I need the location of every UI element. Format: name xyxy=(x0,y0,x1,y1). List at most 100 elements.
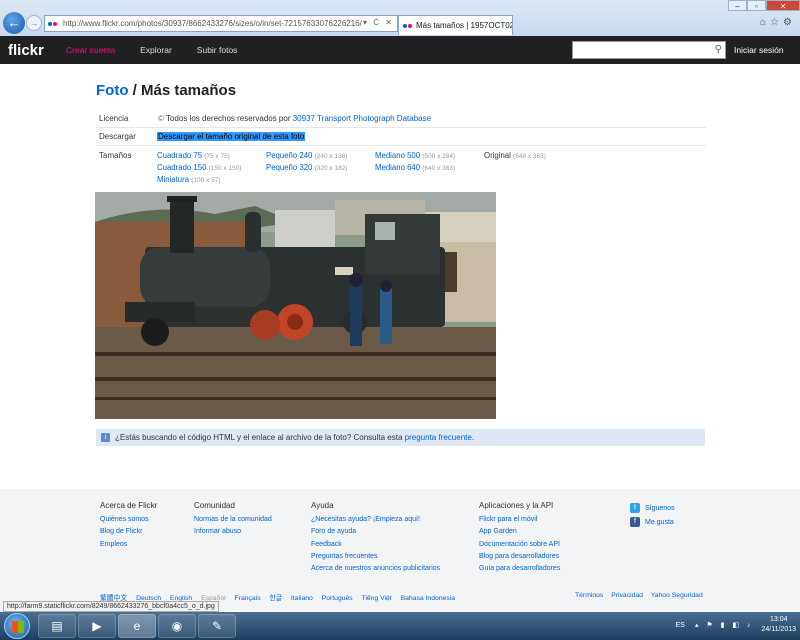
copyright-icon: © xyxy=(158,114,164,123)
windows-taskbar: ▤ ▶ e ◉ ✎ ES ▴ ⚑ ▮ ◧ ♪ 13:04 24/11/2013 xyxy=(0,612,800,640)
info-icon: i xyxy=(101,433,110,442)
lang-link[interactable]: Français xyxy=(235,595,261,602)
maximize-button[interactable]: ▫ xyxy=(747,0,766,11)
tray-icons[interactable]: ▴ ⚑ ▮ ◧ ♪ xyxy=(695,621,754,629)
title-text: Más tamaños xyxy=(141,82,237,99)
locomotive-photo[interactable] xyxy=(95,192,496,419)
start-button[interactable] xyxy=(4,613,30,639)
explorer-taskbar-icon[interactable]: ▤ xyxy=(38,614,76,638)
footer-link[interactable]: Foro de ayuda xyxy=(311,526,440,538)
footer-heading: Acerca de Flickr xyxy=(100,501,158,510)
photo-link[interactable]: Foto xyxy=(96,82,128,99)
ie-taskbar-icon[interactable]: e xyxy=(118,614,156,638)
footer-link[interactable]: Normas de la comunidad xyxy=(194,514,272,526)
signin-link[interactable]: Iniciar sesión xyxy=(734,45,784,55)
address-bar[interactable]: http://www.flickr.com/photos/30937/86624… xyxy=(44,15,398,32)
footer-link[interactable]: ¿Necesitas ayuda? ¡Empieza aquí! xyxy=(311,514,440,526)
clock[interactable]: 13:04 24/11/2013 xyxy=(761,615,796,635)
yahoo-safety-link[interactable]: Yahoo Seguridad xyxy=(651,592,703,599)
flickr-logo[interactable]: flickr xyxy=(8,42,60,59)
footer-link[interactable]: Informar abuso xyxy=(194,526,272,538)
nav-subir-fotos[interactable]: Subir fotos xyxy=(197,45,238,55)
facebook-like[interactable]: f Me gusta xyxy=(630,517,675,527)
footer-social: t Síguenos f Me gusta xyxy=(630,503,675,531)
footer-link[interactable]: Flickr para el móvil xyxy=(479,514,560,526)
footer-link[interactable]: Feedback xyxy=(311,539,440,551)
chrome-taskbar-icon[interactable]: ◉ xyxy=(158,614,196,638)
lang-link[interactable]: 한글 xyxy=(270,595,283,602)
footer-link[interactable]: Guía para desarrolladores xyxy=(479,563,560,575)
browser-toolbar: ← → http://www.flickr.com/photos/30937/8… xyxy=(0,0,800,36)
media-player-taskbar-icon[interactable]: ▶ xyxy=(78,614,116,638)
language-indicator[interactable]: ES xyxy=(676,622,685,629)
flickr-favicon-icon xyxy=(48,19,60,28)
lang-link[interactable]: Italiano xyxy=(291,595,313,602)
footer-link[interactable]: Preguntas frecuentes xyxy=(311,551,440,563)
address-url: http://www.flickr.com/photos/30937/86624… xyxy=(63,19,362,28)
size-mediano-500[interactable]: Mediano 500 (500 x 284) xyxy=(375,151,455,160)
tab-current[interactable]: Más tamaños | 1957OCT02... ✕ xyxy=(398,15,513,35)
site-footer: Acerca de Flickr Quiénes somos Blog de F… xyxy=(0,489,800,611)
twitter-icon: t xyxy=(630,503,640,513)
footer-link[interactable]: Empleos xyxy=(100,539,157,551)
search-icon[interactable]: ⚲ xyxy=(715,44,722,55)
page-title: Foto / Más tamaños xyxy=(96,82,236,99)
footer-col-help: Ayuda ¿Necesitas ayuda? ¡Empieza aquí! F… xyxy=(311,501,440,575)
flickr-favicon-icon xyxy=(403,21,413,30)
size-pequeno-240[interactable]: Pequeño 240 (240 x 136) xyxy=(266,151,347,160)
owner-link[interactable]: 30937 Transport Photograph Database xyxy=(293,114,431,123)
nav-explorar[interactable]: Explorar xyxy=(140,45,172,55)
footer-link[interactable]: Blog de Flickr xyxy=(100,526,157,538)
minimize-button[interactable]: – xyxy=(728,0,747,11)
faq-hint: i ¿Estás buscando el código HTML y el en… xyxy=(96,429,705,446)
status-bar-url: http://farm9.staticflickr.com/8249/86624… xyxy=(3,601,219,612)
privacy-link[interactable]: Privacidad xyxy=(611,592,643,599)
hint-text: ¿Estás buscando el código HTML y el enla… xyxy=(115,433,403,442)
lang-link[interactable]: Tiếng Việt xyxy=(361,595,391,602)
nav-crear-cuenta[interactable]: Crear cuenta xyxy=(66,45,115,55)
footer-col-about: Acerca de Flickr Quiénes somos Blog de F… xyxy=(100,501,157,551)
download-label: Descargar xyxy=(99,132,136,141)
size-pequeno-320[interactable]: Pequeño 320 (320 x 182) xyxy=(266,163,347,172)
size-miniatura[interactable]: Miniatura (100 x 57) xyxy=(157,175,221,184)
search-input[interactable]: ⚲ xyxy=(572,41,726,59)
footer-heading: Aplicaciones y la API xyxy=(479,501,554,510)
faq-link[interactable]: pregunta frecuente xyxy=(405,433,472,442)
close-window-button[interactable]: ✕ xyxy=(766,0,800,11)
system-tray: ES ▴ ⚑ ▮ ◧ ♪ 13:04 24/11/2013 xyxy=(676,615,796,635)
address-tools-icon[interactable]: ▾ C ✕ xyxy=(363,18,394,27)
windows-logo-icon xyxy=(12,621,24,633)
download-original-link[interactable]: Descargar el tamaño original de esta fot… xyxy=(157,132,306,141)
paint-taskbar-icon[interactable]: ✎ xyxy=(198,614,236,638)
footer-link[interactable]: Documentación sobre API xyxy=(479,539,560,551)
footer-col-community: Comunidad Normas de la comunidad Informa… xyxy=(194,501,272,539)
twitter-follow[interactable]: t Síguenos xyxy=(630,503,675,513)
footer-link[interactable]: Blog para desarrolladores xyxy=(479,551,560,563)
forward-button[interactable]: → xyxy=(26,15,42,31)
footer-heading: Ayuda xyxy=(311,501,334,510)
footer-col-apps: Aplicaciones y la API Flickr para el móv… xyxy=(479,501,560,575)
footer-heading: Comunidad xyxy=(194,501,235,510)
footer-link[interactable]: Quiénes somos xyxy=(100,514,157,526)
size-original: Original (648 x 363) xyxy=(484,151,546,160)
legal-links: Términos Privacidad Yahoo Seguridad xyxy=(575,592,709,599)
back-button[interactable]: ← xyxy=(3,12,25,34)
browser-tools-icons[interactable]: ⌂☆⚙ xyxy=(760,17,796,28)
size-cuadrado-75[interactable]: Cuadrado 75 (75 x 75) xyxy=(157,151,230,160)
lang-link[interactable]: Português xyxy=(322,595,353,602)
terms-link[interactable]: Términos xyxy=(575,592,603,599)
lang-link[interactable]: Bahasa Indonesia xyxy=(401,595,455,602)
license-prefix: Todos los derechos reservados por xyxy=(165,114,291,123)
facebook-icon: f xyxy=(630,517,640,527)
hint-end: . xyxy=(471,433,475,442)
footer-link[interactable]: App Garden xyxy=(479,526,560,538)
size-cuadrado-150[interactable]: Cuadrado 150 (150 x 150) xyxy=(157,163,241,172)
sizes-label: Tamaños xyxy=(99,151,132,160)
title-separator: / xyxy=(128,82,141,99)
license-value: © Todos los derechos reservados por 3093… xyxy=(158,114,431,123)
footer-link[interactable]: Acerca de nuestros anuncios publicitario… xyxy=(311,563,440,575)
site-header: flickr Crear cuenta Explorar Subir fotos… xyxy=(0,36,800,64)
size-mediano-640[interactable]: Mediano 640 (640 x 363) xyxy=(375,163,455,172)
license-label: Licencia xyxy=(99,114,129,123)
tab-title: Más tamaños | 1957OCT02... xyxy=(416,21,513,30)
